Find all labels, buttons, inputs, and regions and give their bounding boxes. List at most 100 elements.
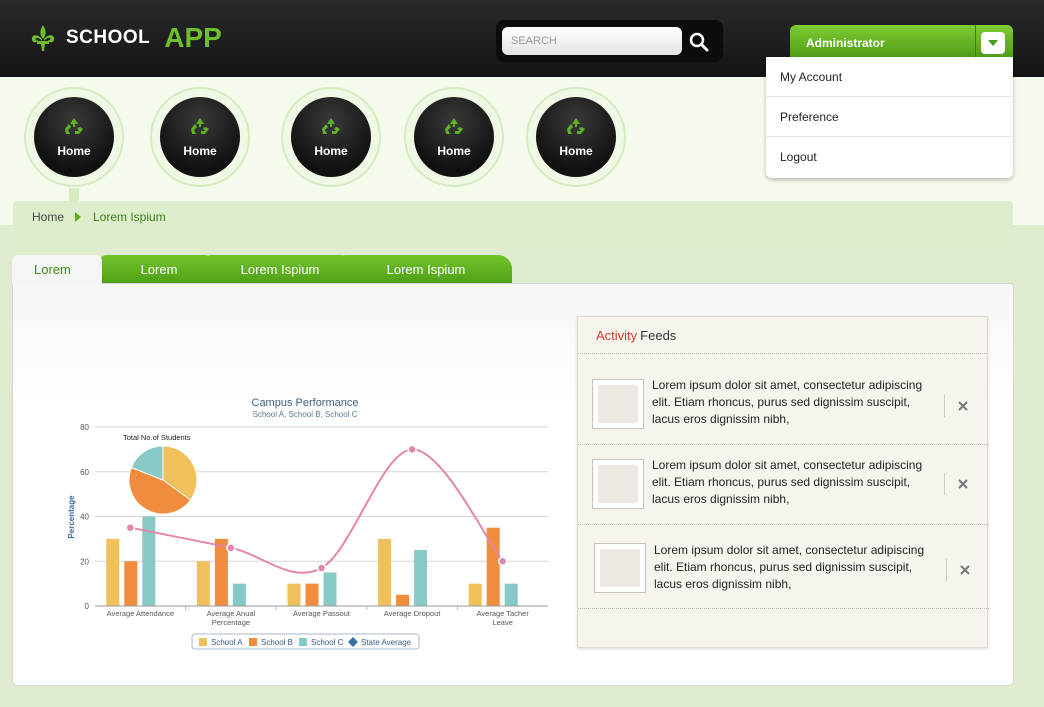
fleur-de-lis-icon [31,25,55,51]
bar-school-c [232,583,246,606]
nav-label: Home [57,144,91,158]
menu-item-my-account[interactable]: My Account [766,57,1013,97]
close-icon[interactable] [946,559,970,581]
recycle-icon [65,118,83,134]
feed-thumbnail [592,379,644,429]
bar-school-c [323,572,337,606]
bar-school-a [287,583,301,606]
feed-text: Lorem ipsum dolor sit amet, consectetur … [654,543,925,591]
close-icon[interactable] [944,395,968,417]
activity-title-rest: Feeds [640,327,677,343]
nav-label: Home [183,144,217,158]
state-average-point [497,556,508,566]
state-average-point [407,444,417,455]
nav-button: Home [414,97,494,177]
nav-button: Home [536,97,616,177]
nav-active-indicator [69,188,79,202]
bar-school-b [396,594,410,606]
recycle-icon [445,118,463,134]
x-tick-label: Average Passout [293,609,351,618]
legend-label: State Average [361,638,412,647]
admin-dropdown-menu: My Account Preference Logout [766,57,1013,178]
chart-title: Campus Performance [252,397,359,409]
nav-item-home-1[interactable]: Home [24,87,124,187]
breadcrumb: Home Lorem Ispium [13,201,1013,247]
logo-text-app: APP [164,22,222,53]
chevron-right-icon [75,212,81,222]
nav-item-home-3[interactable]: Home [281,87,381,187]
y-tick-label: 60 [80,468,89,477]
bar-school-a [378,538,392,606]
state-average-point [226,543,236,553]
nav-label: Home [437,144,471,158]
logo-text-school: SCHOOL [66,27,151,48]
tab-lorem-2[interactable]: Lorem [100,255,218,284]
nav-label: Home [559,144,593,158]
admin-dropdown-toggle[interactable] [981,32,1005,54]
legend-swatch [199,638,207,646]
caret-down-icon [988,40,998,46]
search-input[interactable] [502,27,682,55]
x-tick-label: Average Anual [207,609,256,618]
bar-school-a [196,561,210,606]
feed-item: Lorem ipsum dolor sit amet, consectetur … [578,525,989,609]
bar-school-b [305,583,319,606]
activity-header: Activity Feeds [578,317,987,354]
tab-lorem-ispium-1[interactable]: Lorem Ispium [205,255,355,284]
x-tick-label: Average Tacher [477,609,530,618]
feed-text: Lorem ipsum dolor sit amet, consectetur … [652,378,923,426]
nav-button: Home [34,97,114,177]
feed-text: Lorem ipsum dolor sit amet, consectetur … [652,458,923,506]
feed-item: Lorem ipsum dolor sit amet, consectetur … [578,445,989,525]
legend-swatch [249,638,257,646]
state-average-point [316,563,327,573]
breadcrumb-home-link[interactable]: Home [32,210,64,224]
y-tick-label: 20 [80,557,89,566]
campus-performance-chart: Campus PerformanceSchool A, School B, Sc… [67,397,548,650]
recycle-icon [322,118,340,134]
search-box [496,20,723,62]
nav-item-home-2[interactable]: Home [150,87,250,187]
bar-school-b [214,538,228,606]
state-average-point [125,522,136,533]
recycle-icon [191,118,209,134]
nav-button: Home [291,97,371,177]
feed-thumbnail [594,543,646,593]
breadcrumb-current: Lorem Ispium [93,210,166,224]
pie-title: Total No.of Students [123,433,191,442]
admin-menu-button[interactable]: Administrator [790,25,1013,60]
legend-label: School A [211,638,243,647]
nav-button: Home [160,97,240,177]
close-icon[interactable] [944,473,968,495]
feed-thumbnail [592,459,644,509]
activity-title-highlight: Activity [596,327,638,343]
bar-school-a [468,583,482,606]
nav-item-home-4[interactable]: Home [404,87,504,187]
tab-lorem-active[interactable]: Lorem [12,255,102,284]
admin-label: Administrator [806,36,885,50]
x-tick-label: Leave [492,618,512,627]
bar-school-a [106,538,120,606]
search-icon[interactable] [686,29,712,55]
x-tick-label: Average Dropout [384,609,441,618]
y-tick-label: 80 [80,423,89,432]
y-tick-label: 0 [85,602,90,611]
legend-label: School C [311,638,344,647]
legend-label: School B [261,638,293,647]
activity-feeds-panel: Activity Feeds Lorem ipsum dolor sit ame… [577,316,989,648]
y-axis-label: Percentage [67,495,76,539]
bar-school-c [504,583,518,606]
app-logo[interactable]: SCHOOL APP [28,22,222,54]
y-tick-label: 40 [80,513,89,522]
nav-label: Home [314,144,348,158]
tab-lorem-ispium-2[interactable]: Lorem Ispium [340,255,512,284]
recycle-icon [567,118,585,134]
bar-school-c [414,550,428,606]
x-tick-label: Average Attendance [107,609,174,618]
legend-swatch [299,638,307,646]
menu-item-logout[interactable]: Logout [766,137,1013,177]
admin-separator [975,25,976,60]
menu-item-preference[interactable]: Preference [766,97,1013,137]
nav-item-home-5[interactable]: Home [526,87,626,187]
x-tick-label: Percentage [212,618,250,627]
